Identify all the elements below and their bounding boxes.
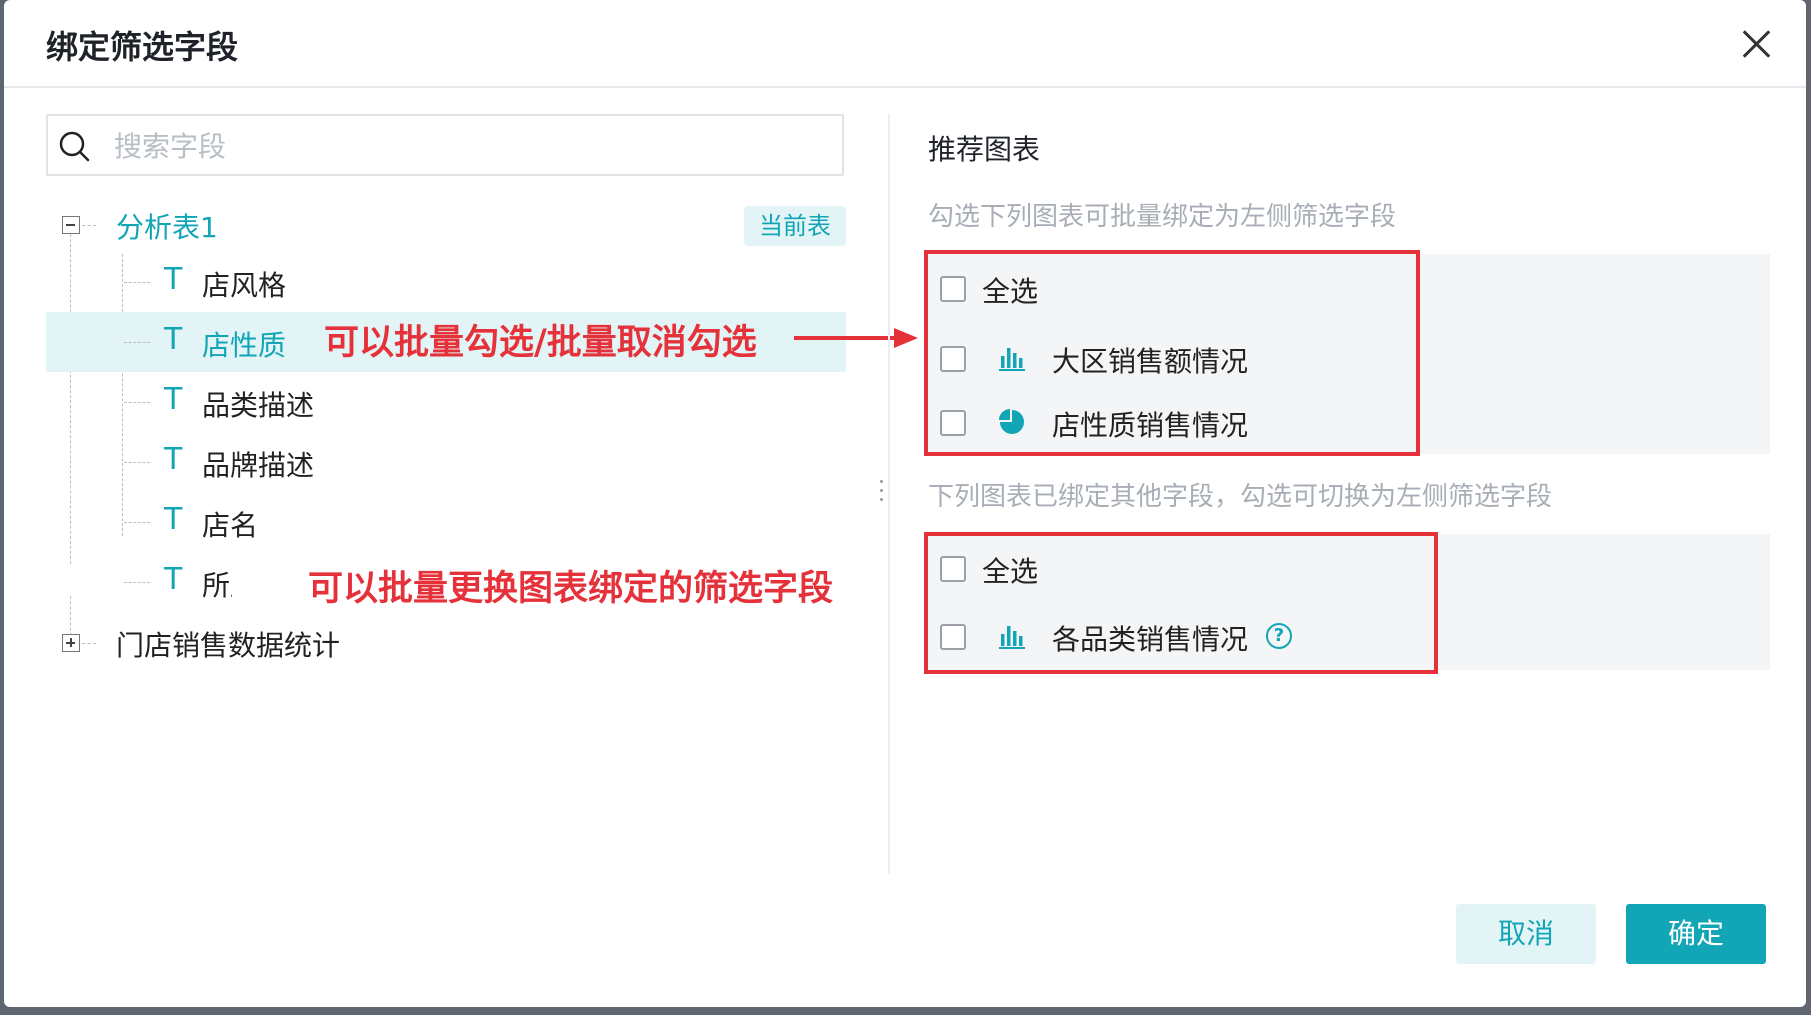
tree-connector	[124, 402, 150, 403]
tree-connector	[124, 522, 150, 523]
tree-field-item[interactable]: T 店风格	[46, 252, 846, 312]
select-all-label: 全选	[982, 555, 1039, 588]
annotation-batch-check: 可以批量勾选/批量取消勾选	[324, 323, 757, 363]
bind-filter-field-dialog: 绑定筛选字段 分析表1 当前表 T 店风格 T	[4, 0, 1806, 1007]
chart-item-checkbox[interactable]	[940, 346, 966, 372]
select-all-label: 全选	[982, 275, 1039, 308]
chart-item-checkbox[interactable]	[940, 410, 966, 436]
tree-connector	[124, 282, 150, 283]
tree-root-store-sales[interactable]: 门店销售数据统计	[46, 612, 846, 672]
annotation-batch-replace: 可以批量更换图表绑定的筛选字段	[308, 569, 834, 609]
search-input[interactable]	[112, 124, 816, 168]
tree-field-item[interactable]: T 店名	[46, 492, 846, 552]
bar-chart-icon	[999, 626, 1025, 649]
tree-field-label: 品类描述	[202, 389, 315, 422]
chart-item-checkbox[interactable]	[940, 624, 966, 650]
tree-root-label: 门店销售数据统计	[116, 629, 341, 662]
confirm-button[interactable]: 确定	[1626, 904, 1766, 964]
chart-item-label: 大区销售额情况	[1052, 345, 1249, 378]
tree-connector	[82, 225, 96, 226]
cancel-button[interactable]: 取消	[1456, 904, 1596, 964]
recommended-charts-desc: 勾选下列图表可批量绑定为左侧筛选字段	[928, 202, 1397, 232]
recommended-charts-title: 推荐图表	[928, 133, 1041, 166]
text-field-icon: T	[164, 562, 183, 597]
text-field-icon: T	[164, 322, 183, 357]
bound-charts-desc: 下列图表已绑定其他字段，勾选可切换为左侧筛选字段	[928, 482, 1553, 512]
text-field-icon: T	[164, 442, 183, 477]
tree-root-label: 分析表1	[116, 211, 218, 244]
text-field-icon: T	[164, 502, 183, 537]
tree-field-label: 店名	[202, 509, 259, 542]
dialog-title: 绑定筛选字段	[46, 28, 239, 66]
tree-field-label: 所属区域	[202, 569, 232, 602]
dialog-header: 绑定筛选字段	[4, 0, 1806, 88]
chart-item-label: 店性质销售情况	[1052, 409, 1249, 442]
panel-divider	[888, 114, 890, 874]
select-all-checkbox[interactable]	[940, 556, 966, 582]
text-field-icon: T	[164, 382, 183, 417]
tree-field-item[interactable]: T 品牌描述	[46, 432, 846, 492]
help-icon[interactable]: ?	[1266, 623, 1292, 649]
tree-field-label: 店性质	[202, 329, 287, 362]
tree-root-analysis-table[interactable]: 分析表1 当前表	[46, 194, 846, 254]
text-field-icon: T	[164, 262, 183, 297]
tree-field-label: 品牌描述	[202, 449, 315, 482]
tree-connector	[124, 462, 150, 463]
tree-field-label: 店风格	[202, 269, 287, 302]
tree-field-item[interactable]: T 所属区域	[46, 552, 232, 612]
expand-icon[interactable]	[62, 634, 80, 652]
tree-connector	[124, 342, 150, 343]
chart-item-label: 各品类销售情况	[1052, 623, 1249, 656]
select-all-checkbox[interactable]	[940, 276, 966, 302]
close-icon[interactable]	[1736, 24, 1776, 64]
tree-field-item[interactable]: T 品类描述	[46, 372, 846, 432]
pie-chart-icon	[999, 409, 1024, 434]
tree-connector	[124, 582, 150, 583]
search-field[interactable]	[46, 114, 844, 176]
current-table-badge: 当前表	[744, 206, 846, 246]
search-icon	[59, 131, 90, 162]
annotation-arrow	[794, 328, 918, 348]
collapse-icon[interactable]	[62, 216, 80, 234]
resize-handle[interactable]	[880, 480, 884, 510]
tree-connector	[82, 643, 96, 644]
bar-chart-icon	[999, 348, 1025, 371]
